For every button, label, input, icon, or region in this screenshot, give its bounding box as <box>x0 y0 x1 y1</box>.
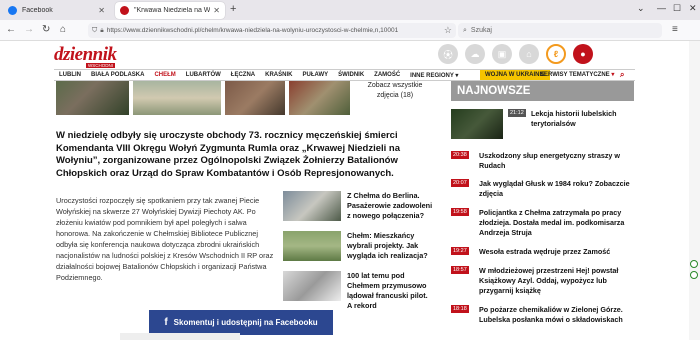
facebook-share-button[interactable]: f Skomentuj i udostępnij na Facebooku <box>149 310 333 335</box>
menu-item-label: INNE REGIONY <box>410 72 454 79</box>
news-time: 18:57 <box>451 266 469 274</box>
menu-item-biala-podlaska[interactable]: BIAŁA PODLASKA <box>86 72 149 78</box>
home-icon[interactable]: ⌂ <box>519 44 539 64</box>
home-icon[interactable]: ⌂ <box>60 24 66 35</box>
menu-item-lubartow[interactable]: LUBARTÓW <box>181 72 226 78</box>
menu-item-chelm[interactable]: CHEŁM <box>149 72 180 78</box>
maximize-icon[interactable]: ☐ <box>673 3 681 14</box>
football-icon[interactable]: ⚽︎ <box>438 44 458 64</box>
related-title[interactable]: 100 lat temu pod Chełmem przymusowo lądo… <box>347 271 433 311</box>
news-time: 19:58 <box>451 208 469 216</box>
article-lead: W niedzielę odbyły się uroczyste obchody… <box>56 130 400 179</box>
main-menu: LUBLIN BIAŁA PODLASKA CHEŁM LUBARTÓW ŁĘC… <box>54 69 635 81</box>
news-title[interactable]: Policjantka z Chełma zatrzymała po pracy… <box>479 208 637 238</box>
caret-down-icon: ▾ <box>455 72 459 79</box>
news-title[interactable]: Jak wyglądał Głusk w 1984 roku? Zobaczci… <box>479 179 637 199</box>
briefcase-icon[interactable]: ▣ <box>492 44 512 64</box>
navigation-bar: ← → ↻ ⌂ ⛉ 🔒︎ https://www.dziennikwschodn… <box>0 20 700 41</box>
menu-item-label: SERWISY TEMATYCZNE <box>540 72 610 78</box>
related-thumbnail[interactable] <box>283 231 341 261</box>
weather-icon[interactable]: ☁ <box>465 44 485 64</box>
site-logo-sub: WSCHODNI <box>86 63 115 68</box>
close-tab-icon[interactable]: ✕ <box>98 6 105 15</box>
gallery-photo[interactable] <box>225 81 285 115</box>
menu-item-zamosc[interactable]: ZAMOŚĆ <box>369 72 405 78</box>
search-icon[interactable]: ⌕ <box>620 70 624 80</box>
news-time: 19:27 <box>451 247 469 255</box>
related-article[interactable]: Z Chełma do Berlina. Pasażerowie zadowol… <box>283 191 433 223</box>
tab-active-article[interactable]: "Krwawa Niedziela na Wołyniu" ✕ <box>115 2 225 19</box>
menu-hamburger-icon[interactable]: ≡ <box>672 24 678 35</box>
related-thumbnail[interactable] <box>283 191 341 221</box>
tab-facebook[interactable]: Facebook ✕ <box>3 2 110 19</box>
search-input[interactable]: ⌕ Szukaj <box>458 23 662 38</box>
header-icons: ⚽︎ ☁ ▣ ⌂ ℓ ● <box>438 44 593 64</box>
related-title[interactable]: Z Chełma do Berlina. Pasażerowie zadowol… <box>347 191 433 221</box>
list-all-tabs-icon[interactable]: ⌄ <box>637 3 645 14</box>
settings-icon[interactable] <box>690 271 698 279</box>
news-title[interactable]: Uszkodzony słup energetyczny straszy w R… <box>479 151 637 171</box>
reload-icon[interactable]: ↻ <box>42 24 50 35</box>
sidebar-heading: NAJNOWSZE <box>451 81 634 101</box>
new-tab-button[interactable]: + <box>230 3 236 15</box>
related-thumbnail[interactable] <box>283 271 341 301</box>
shield-icon[interactable]: ⛉ <box>92 27 97 35</box>
menu-item-lublin[interactable]: LUBLIN <box>54 72 86 78</box>
menu-item-krasnik[interactable]: KRAŚNIK <box>260 72 297 78</box>
site-favicon-icon <box>120 6 129 15</box>
close-window-icon[interactable]: ✕ <box>689 3 697 14</box>
related-article[interactable]: Chełm: Mieszkańcy wybrali projekty. Jak … <box>283 231 431 263</box>
menu-item-inne-regiony[interactable]: INNE REGIONY ▾ <box>405 72 463 79</box>
url-text[interactable]: https://www.dziennikwschodni.pl/chelm/kr… <box>107 27 399 34</box>
gallery-photo[interactable] <box>289 81 350 115</box>
bookmark-star-icon[interactable]: ☆ <box>443 25 452 36</box>
back-arrow-icon[interactable]: ← <box>6 24 16 35</box>
news-time: 21:12 <box>508 109 526 117</box>
gallery-photo[interactable] <box>56 81 129 115</box>
news-title[interactable]: Wesoła estrada wędruje przez Zamość <box>479 247 637 257</box>
lublin-logo-icon[interactable]: ℓ <box>546 44 566 64</box>
accessibility-icon[interactable] <box>690 260 698 268</box>
menu-item-serwisy[interactable]: SERWISY TEMATYCZNE ▾ <box>540 71 614 78</box>
news-thumbnail[interactable] <box>451 109 503 139</box>
share-label: Skomentuj i udostępnij na Facebooku <box>173 318 318 327</box>
news-time: 18:18 <box>451 305 469 313</box>
tab-bar: Facebook ✕ "Krwawa Niedziela na Wołyniu"… <box>0 0 700 20</box>
user-icon[interactable]: ● <box>573 44 593 64</box>
gallery-photo[interactable] <box>133 81 221 115</box>
caret-down-icon: ▾ <box>611 72 615 78</box>
news-title[interactable]: W młodzieżowej przestrzeni Hej! powstał … <box>479 266 637 296</box>
search-icon: ⌕ <box>463 26 467 34</box>
article-body: Uroczystości rozpoczęły się spotkaniem p… <box>56 196 274 282</box>
menu-item-pulawy[interactable]: PUŁAWY <box>297 72 333 78</box>
tab-title: "Krwawa Niedziela na Wołyniu" <box>134 7 211 14</box>
news-time: 20:38 <box>451 151 469 159</box>
related-article[interactable]: 100 lat temu pod Chełmem przymusowo lądo… <box>283 271 431 310</box>
news-title[interactable]: Po pożarze chemikaliów w Zielonej Górze.… <box>479 305 637 325</box>
facebook-favicon-icon <box>8 6 17 15</box>
bottom-ad-strip <box>120 333 240 340</box>
tab-title: Facebook <box>22 7 53 14</box>
menu-item-leczna[interactable]: ŁĘCZNA <box>226 72 260 78</box>
url-bar[interactable]: ⛉ 🔒︎ https://www.dziennikwschodni.pl/che… <box>88 23 456 38</box>
related-title[interactable]: Chełm: Mieszkańcy wybrali projekty. Jak … <box>347 231 433 261</box>
minimize-icon[interactable]: — <box>657 3 666 13</box>
site-header: dziennik WSCHODNI ⚽︎ ☁ ▣ ⌂ ℓ ● <box>0 41 700 69</box>
facebook-icon: f <box>164 317 168 328</box>
news-time: 20:07 <box>451 179 469 187</box>
menu-item-swidnik[interactable]: ŚWIDNIK <box>333 72 369 78</box>
see-all-photos-link[interactable]: Zobacz wszystkie zdjęcia (18) <box>362 81 428 101</box>
forward-arrow-icon[interactable]: → <box>24 24 34 35</box>
scrollbar[interactable] <box>689 41 700 340</box>
close-tab-icon[interactable]: ✕ <box>213 6 220 15</box>
search-placeholder: Szukaj <box>470 27 492 34</box>
news-title[interactable]: Lekcja historii lubelskich terytorialsów <box>531 109 637 129</box>
lock-icon[interactable]: 🔒︎ <box>100 27 103 35</box>
side-buttons <box>690 260 698 279</box>
